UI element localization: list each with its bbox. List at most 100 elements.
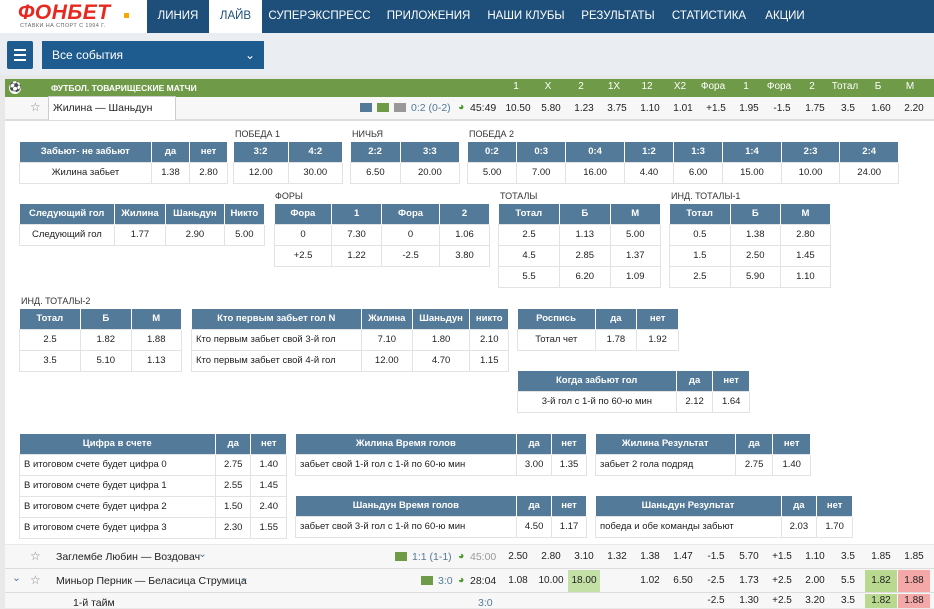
chevron-down-icon[interactable]: ⌄ [198,548,207,560]
odd-cell[interactable]: 16.00 [565,161,625,184]
odd-cell[interactable]: 3.80 [439,244,490,267]
odd-cell[interactable]: -2.5 [700,594,732,608]
odd-cell[interactable]: 5.80 [535,98,567,119]
odd-cell[interactable]: 1.82 [865,570,897,592]
odd-cell[interactable]: 12.00 [233,161,289,184]
odd-cell[interactable]: 10.00 [780,161,841,184]
odd-cell[interactable]: 1.78 [594,328,638,351]
nav-apps[interactable]: ПРИЛОЖЕНИЯ [377,0,480,33]
star-icon[interactable]: ☆ [30,549,41,563]
odd-cell[interactable]: 2.80 [535,546,567,568]
odd-cell[interactable]: 1.80 [411,328,471,351]
odd-cell[interactable]: 30.00 [287,161,343,184]
odd-cell[interactable]: 1.70 [816,515,853,538]
odd-cell[interactable]: +2.5 [766,570,798,592]
odd-cell[interactable]: 1.35 [551,453,587,476]
nav-promotions[interactable]: АКЦИИ [754,0,816,33]
odd-cell[interactable]: 2.90 [165,223,225,246]
odd-cell[interactable]: 1.17 [551,515,587,538]
odd-cell[interactable]: 20.00 [399,161,461,184]
odd-cell[interactable]: 2.55 [214,474,252,497]
events-select[interactable]: Все события ⌄ [42,41,264,69]
odd-cell[interactable]: 1.95 [733,98,765,119]
odd-cell[interactable]: 2.50 [502,546,534,568]
odd-cell[interactable]: 1.06 [439,223,490,246]
odd-cell[interactable]: 1.02 [634,570,666,592]
nav-results[interactable]: РЕЗУЛЬТАТЫ [572,0,664,33]
odd-cell[interactable]: 4.70 [411,349,471,372]
odd-cell[interactable]: 1.73 [733,570,765,592]
odd-cell[interactable]: 1.32 [601,546,633,568]
odd-cell[interactable]: 1.88 [898,570,930,592]
odd-cell[interactable]: 1.38 [151,161,190,184]
nav-superexpress[interactable]: СУПЕРЭКСПРЕСС [262,0,377,33]
odd-cell[interactable]: 1.47 [667,546,699,568]
odd-cell[interactable]: 1.13 [559,223,611,246]
odd-cell[interactable]: 1.23 [568,98,600,119]
odd-cell[interactable]: 1.37 [609,244,661,267]
odd-cell[interactable]: 3.20 [799,594,831,608]
menu-button[interactable] [7,41,33,69]
tv-icon[interactable] [394,103,406,112]
field-icon[interactable] [377,103,389,112]
match-name[interactable]: Жилина — Шаньдун [53,102,152,114]
odd-cell[interactable]: 1.38 [729,223,781,246]
nav-live[interactable]: ЛАЙВ [209,0,262,33]
odd-cell[interactable]: 1.40 [250,453,287,476]
odd-cell[interactable]: 15.00 [722,161,782,184]
nav-line[interactable]: ЛИНИЯ [147,0,209,33]
odd-cell[interactable]: 10.50 [502,98,534,119]
odd-cell[interactable]: 5.10 [80,349,132,372]
chevron-down-icon[interactable]: ⌄ [240,572,249,584]
odd-cell[interactable]: 1.45 [779,244,832,267]
odd-cell[interactable]: 3.10 [568,546,600,568]
odd-cell[interactable]: 1.82 [865,594,897,608]
odd-cell[interactable]: 1.09 [609,265,661,288]
odd-cell[interactable]: 3.5 [832,546,864,568]
odd-cell[interactable]: 24.00 [839,161,899,184]
odd-cell[interactable]: 1.45 [250,474,287,497]
odd-cell[interactable]: 2.40 [250,495,287,518]
odd-cell[interactable]: 1.60 [865,98,897,119]
odd-cell[interactable]: 5.00 [223,223,266,246]
nav-clubs[interactable]: НАШИ КЛУБЫ [480,0,572,33]
odd-cell[interactable]: 6.00 [673,161,724,184]
odd-cell[interactable]: 1.10 [799,546,831,568]
match-name[interactable]: Миньор Перник — Беласица Струмица [56,575,247,587]
star-icon[interactable]: ☆ [30,100,41,114]
odd-cell[interactable] [634,594,666,608]
odd-cell[interactable] [601,570,633,592]
odd-cell[interactable]: 1.10 [779,265,832,288]
odd-cell[interactable]: 1.01 [667,98,699,119]
odd-cell[interactable]: 1.38 [634,546,666,568]
odd-cell[interactable]: 1.85 [865,546,897,568]
odd-cell[interactable]: 1.30 [733,594,765,608]
odd-cell[interactable]: 1.77 [113,223,167,246]
odd-cell[interactable]: 2.85 [559,244,611,267]
star-icon[interactable]: ☆ [30,573,41,587]
odd-cell[interactable]: 1.92 [636,328,679,351]
odd-cell[interactable]: 6.50 [350,161,401,184]
stats-icon[interactable] [360,103,372,112]
odd-cell[interactable]: 1.08 [502,570,534,592]
odd-cell[interactable]: 1.13 [130,349,182,372]
odd-cell[interactable]: 1.50 [214,495,252,518]
odd-cell[interactable] [502,594,534,608]
odd-cell[interactable]: 1.88 [130,328,182,351]
odd-cell[interactable]: 1.40 [772,453,811,476]
odd-cell[interactable]: 1.85 [898,546,930,568]
odd-cell[interactable]: -1.5 [700,546,732,568]
odd-cell[interactable]: +1.5 [700,98,732,119]
odd-cell[interactable]: 4.40 [623,161,675,184]
odd-cell[interactable]: 2.12 [675,390,714,413]
odd-cell[interactable]: 2.75 [734,453,774,476]
odd-cell[interactable]: 5.00 [609,223,661,246]
odd-cell[interactable]: 1.55 [250,516,287,539]
odd-cell[interactable]: 2.75 [214,453,252,476]
nav-statistics[interactable]: СТАТИСТИКА [664,0,754,33]
brand-logo[interactable]: ФОНБЕТ СТАВКИ НА СПОРТ С 1994 Г. [0,0,147,33]
odd-cell[interactable]: 10.00 [535,570,567,592]
odd-cell[interactable]: 5.5 [832,570,864,592]
odd-cell[interactable]: 7.30 [331,223,383,246]
odd-cell[interactable]: 1.15 [469,349,509,372]
